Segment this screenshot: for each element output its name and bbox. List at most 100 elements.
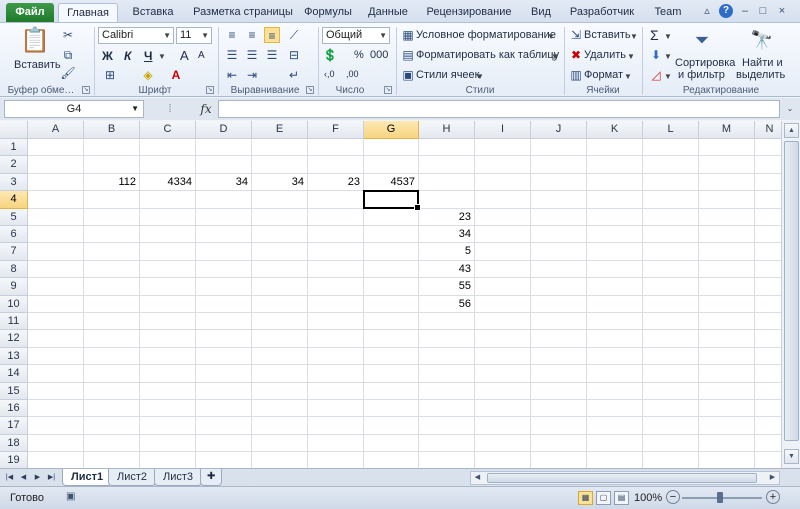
column-header[interactable]: A [28, 121, 84, 139]
cell-G16[interactable] [364, 400, 419, 418]
cell-K10[interactable] [587, 295, 643, 313]
cell-B12[interactable] [84, 330, 140, 348]
worksheet-grid[interactable]: ABCDEFGHIJKLMN 1 2 3 4 5 6 7 8 9 10 11 12 13 14 15 16 17… [0, 121, 781, 468]
horizontal-scrollbar[interactable]: ◀ ▶ [470, 471, 780, 485]
row-header[interactable]: 4 [0, 191, 28, 209]
cell-H9[interactable]: 55 [419, 278, 475, 296]
cell-M2[interactable] [699, 156, 755, 174]
cell-I9[interactable] [475, 278, 531, 296]
cell-F6[interactable] [308, 226, 364, 244]
cell-N4[interactable] [755, 191, 781, 209]
tab-insert[interactable]: Вставка [126, 3, 180, 22]
cell-G7[interactable] [364, 243, 419, 261]
cell-G6[interactable] [364, 226, 419, 244]
cell-N16[interactable] [755, 400, 781, 418]
cell-J17[interactable] [531, 417, 587, 435]
cell-H10[interactable]: 56 [419, 295, 475, 313]
row-header[interactable]: 12 [0, 330, 28, 348]
cell-J3[interactable] [531, 173, 587, 192]
decrease-indent-icon[interactable]: ⇤ [224, 67, 240, 83]
cell-N15[interactable] [755, 383, 781, 400]
tab-data[interactable]: Данные [362, 3, 414, 22]
cell-L4[interactable] [643, 191, 699, 209]
page-break-view-icon[interactable]: ▤ [614, 491, 629, 505]
cell-I8[interactable] [475, 260, 531, 279]
cell-A14[interactable] [28, 365, 84, 383]
zoom-out-button[interactable]: − [666, 490, 680, 504]
cell-N13[interactable] [755, 348, 781, 366]
conditional-formatting-button[interactable]: Условное форматирование [416, 29, 556, 41]
paste-button[interactable]: Вставить [14, 59, 61, 71]
cell-C15[interactable] [140, 382, 196, 400]
cell-C19[interactable] [140, 452, 196, 468]
cell-D18[interactable] [196, 434, 252, 453]
cell-F2[interactable] [308, 156, 364, 174]
cell-K7[interactable] [587, 243, 643, 261]
cell-G14[interactable] [364, 365, 419, 383]
cell-styles-dropdown-icon[interactable]: ▼ [476, 72, 484, 81]
column-header[interactable]: L [643, 121, 699, 139]
cell-K16[interactable] [587, 400, 643, 418]
scroll-left-icon[interactable]: ◀ [471, 472, 484, 484]
fill-icon[interactable]: ⬇ [648, 47, 664, 63]
cell-I16[interactable] [475, 400, 531, 418]
first-sheet-icon[interactable]: |◀ [4, 471, 15, 484]
row-header[interactable]: 15 [0, 382, 28, 400]
cell-E19[interactable] [252, 452, 308, 468]
ribbon-minimize-icon[interactable]: ▵ [700, 4, 714, 18]
wrap-text-icon[interactable]: ↵ [286, 67, 302, 83]
column-header[interactable]: J [531, 121, 587, 139]
cell-N9[interactable] [755, 278, 781, 296]
cell-M15[interactable] [699, 382, 755, 400]
column-header[interactable]: G [364, 121, 419, 139]
cell-A2[interactable] [28, 156, 84, 174]
clear-icon[interactable]: ◿ [648, 67, 664, 83]
row-header[interactable]: 7 [0, 243, 28, 261]
column-header[interactable]: F [308, 121, 364, 139]
align-left-icon[interactable]: ☰ [224, 47, 240, 63]
row-header[interactable]: 17 [0, 417, 28, 435]
cell-I12[interactable] [475, 330, 531, 348]
cell-L12[interactable] [643, 330, 699, 348]
sheet-tab-1[interactable]: Лист1 [62, 469, 113, 486]
cell-B10[interactable] [84, 295, 140, 313]
vertical-scroll-thumb[interactable] [784, 141, 799, 441]
cell-D7[interactable] [196, 243, 252, 261]
cell-L18[interactable] [643, 434, 699, 453]
cell-E8[interactable] [252, 260, 308, 279]
currency-icon[interactable]: 💲 [322, 47, 338, 63]
cell-C10[interactable] [140, 295, 196, 313]
cell-C18[interactable] [140, 434, 196, 453]
cell-M18[interactable] [699, 434, 755, 453]
font-name-select[interactable]: Calibri ▼ [98, 27, 174, 44]
cell-N6[interactable] [755, 226, 781, 244]
cell-B9[interactable] [84, 278, 140, 296]
number-launcher-icon[interactable]: ↘ [384, 86, 392, 94]
cell-K19[interactable] [587, 452, 643, 468]
cell-H6[interactable]: 34 [419, 226, 475, 244]
cell-B2[interactable] [84, 156, 140, 174]
cell-M11[interactable] [699, 313, 755, 331]
cell-A15[interactable] [28, 382, 84, 400]
cell-K8[interactable] [587, 260, 643, 279]
cell-D10[interactable] [196, 295, 252, 313]
row-header[interactable]: 18 [0, 434, 28, 453]
cell-D14[interactable] [196, 365, 252, 383]
underline-button[interactable]: Ч [144, 49, 152, 63]
cell-D5[interactable] [196, 208, 252, 226]
cell-K1[interactable] [587, 139, 643, 157]
paste-icon[interactable]: 📋 [20, 27, 50, 55]
cell-G11[interactable] [364, 313, 419, 331]
cell-C14[interactable] [140, 365, 196, 383]
cell-I19[interactable] [475, 452, 531, 468]
cell-E18[interactable] [252, 434, 308, 453]
cell-E1[interactable] [252, 139, 308, 157]
borders-icon[interactable]: ⊞ [102, 67, 118, 83]
row-header[interactable]: 14 [0, 365, 28, 383]
cell-E7[interactable] [252, 243, 308, 261]
cell-A12[interactable] [28, 330, 84, 348]
cell-L8[interactable] [643, 260, 699, 279]
formula-input[interactable] [218, 100, 780, 118]
cell-G5[interactable] [364, 208, 419, 226]
help-icon[interactable]: ? [719, 4, 733, 18]
